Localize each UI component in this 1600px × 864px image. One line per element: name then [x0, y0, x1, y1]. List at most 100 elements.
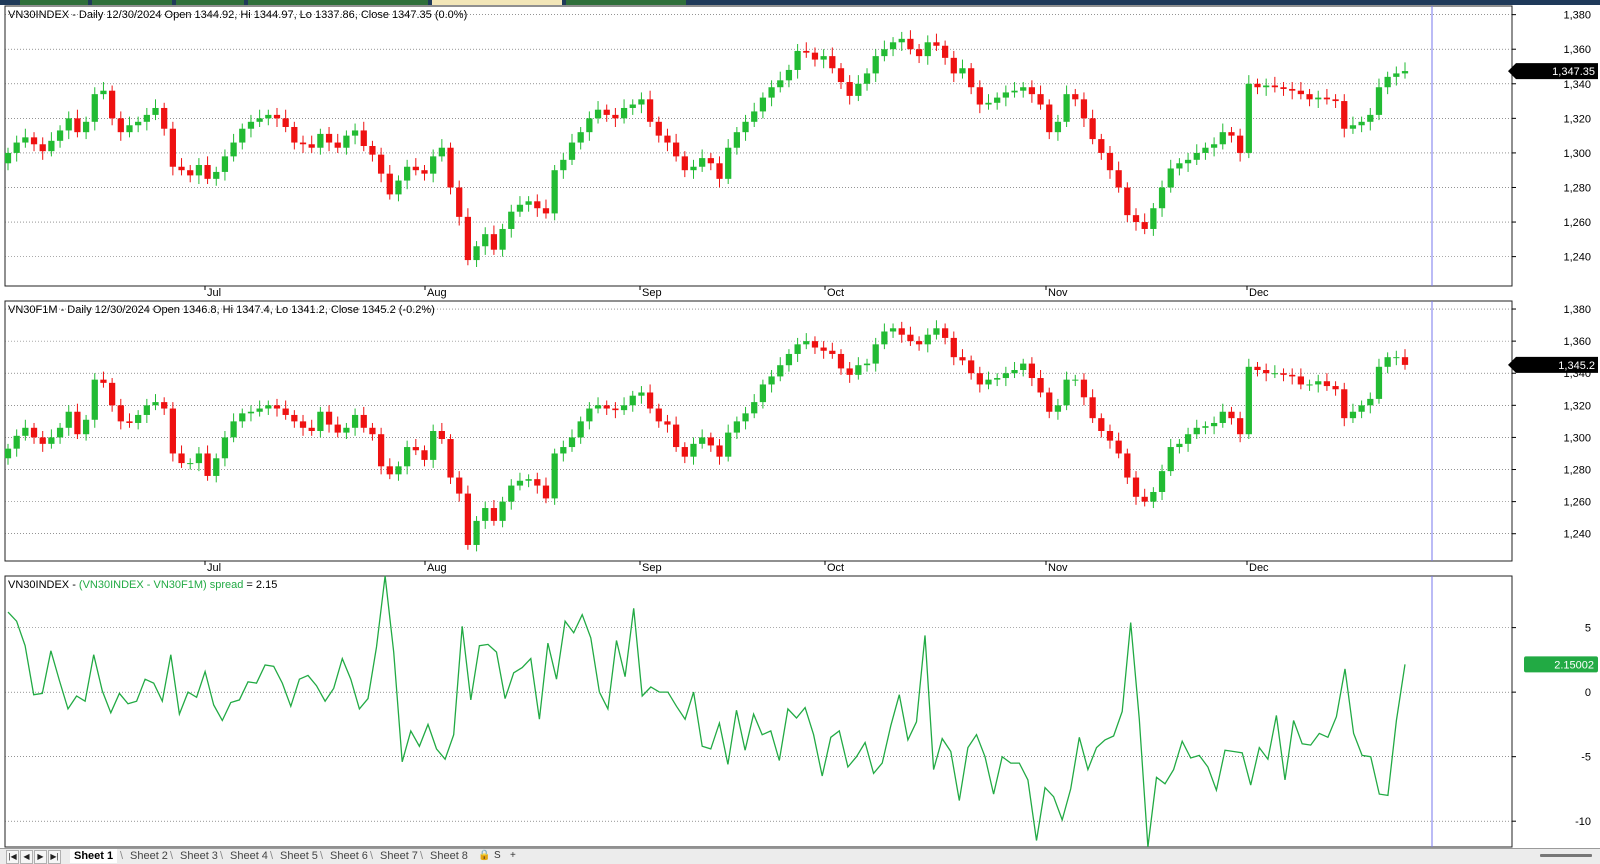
x-tick-label: Jul — [207, 562, 221, 574]
candle-down — [1132, 477, 1140, 497]
candle-down — [1237, 135, 1244, 153]
candle-up — [933, 328, 940, 335]
sheet-tab-3[interactable]: Sheet 3 — [176, 849, 222, 863]
candle-up — [586, 118, 593, 133]
sheet-tab-8[interactable]: Sheet 8 — [426, 849, 472, 863]
candle-down — [603, 109, 610, 115]
candle-down — [464, 493, 472, 545]
candle-up — [560, 159, 567, 171]
candle-down — [933, 42, 940, 46]
sheet-tab-7[interactable]: Sheet 7 — [376, 849, 422, 863]
y-tick-label: 1,280 — [1563, 465, 1591, 477]
candle-up — [768, 376, 775, 385]
candle-down — [74, 118, 81, 133]
sheet-tab-5[interactable]: Sheet 5 — [276, 849, 322, 863]
candle-up — [143, 114, 150, 122]
candle-down — [907, 38, 914, 50]
candle-down — [273, 114, 281, 119]
candle-up — [768, 87, 775, 98]
spread-line — [7, 575, 1406, 848]
sheet-separator: \ — [120, 850, 124, 862]
candle-down — [941, 328, 949, 338]
candle-up — [499, 501, 506, 521]
add-sheet-icon[interactable]: + — [510, 849, 516, 863]
candle-down — [1037, 378, 1044, 393]
candle-up — [586, 408, 593, 422]
candle-down — [369, 427, 376, 435]
candle-up — [100, 90, 107, 95]
x-tick-label: Dec — [1249, 562, 1269, 574]
candle-up — [924, 334, 931, 345]
pane-vn30index: 1,240 1,260 1,280 1,300 1,320 1,340 1,360 1,380… — [4, 5, 1598, 299]
chart-area[interactable]: 1,240 1,260 1,280 1,300 1,320 1,340 1,360 1,380… — [0, 0, 1600, 863]
x-tick-label: Aug — [427, 287, 447, 299]
candle-down — [30, 427, 38, 438]
candle-down — [1401, 357, 1409, 365]
sheet-tab-1[interactable]: Sheet 1 — [70, 849, 118, 863]
candle-down — [707, 437, 714, 446]
candle-down — [707, 158, 714, 164]
candle-up — [777, 80, 784, 88]
candle-up — [239, 128, 246, 143]
candle-up — [187, 463, 194, 465]
candle-up — [924, 42, 931, 57]
candle-up — [482, 508, 489, 521]
sheet-separator: \ — [220, 850, 224, 862]
first-sheet-button[interactable]: |◀ — [6, 850, 19, 864]
candle-up — [1150, 491, 1157, 502]
candle-down — [612, 114, 619, 119]
candle-down — [100, 379, 107, 383]
candle-down — [976, 87, 983, 105]
candle-up — [889, 42, 897, 50]
candle-up — [247, 121, 255, 129]
candle-down — [664, 421, 671, 425]
candle-down — [1332, 386, 1339, 390]
horizontal-scrollbar[interactable] — [1540, 854, 1592, 857]
last-value-label: 2.15002 — [1554, 659, 1594, 671]
candle-up — [863, 73, 871, 84]
sheet-tab-2[interactable]: Sheet 2 — [126, 849, 172, 863]
sheet-tab-bar: |◀ ◀ ▶ ▶| Sheet 1 \ Sheet 2 \ Sheet 3 \ … — [0, 848, 1600, 864]
candle-up — [1054, 405, 1062, 412]
prev-sheet-button[interactable]: ◀ — [20, 850, 33, 864]
last-sheet-button[interactable]: ▶| — [48, 850, 61, 864]
candle-up — [4, 152, 12, 164]
candle-up — [317, 411, 324, 431]
candle-down — [664, 135, 671, 143]
candle-up — [317, 133, 324, 148]
candle-up — [13, 435, 20, 449]
y-tick-label: 1,240 — [1563, 252, 1591, 264]
candle-down — [490, 234, 498, 250]
candle-up — [759, 384, 767, 403]
candle-up — [959, 68, 966, 74]
x-tick-label: Nov — [1048, 287, 1068, 299]
candle-down — [273, 405, 281, 409]
candle-down — [1046, 392, 1053, 412]
next-sheet-button[interactable]: ▶ — [34, 850, 47, 864]
candle-down — [959, 357, 966, 361]
candle-down — [673, 424, 680, 448]
candle-up — [1367, 114, 1374, 122]
candle-up — [48, 437, 55, 444]
candle-down — [187, 170, 194, 176]
candle-up — [1375, 87, 1383, 115]
candle-up — [1176, 443, 1183, 448]
candle-up — [855, 365, 862, 375]
candle-down — [282, 118, 289, 127]
candle-down — [1072, 94, 1079, 100]
candle-up — [994, 97, 1001, 103]
sheet-tab-6[interactable]: Sheet 6 — [326, 849, 372, 863]
candle-up — [135, 121, 142, 126]
y-tick-label: 1,300 — [1563, 432, 1591, 444]
candle-up — [1210, 422, 1218, 427]
candle-up — [594, 109, 602, 119]
lock-icon[interactable]: 🔒 — [478, 849, 490, 863]
candle-down — [377, 434, 385, 467]
candle-up — [785, 69, 793, 81]
candle-down — [325, 411, 333, 425]
y-tick-label: 1,380 — [1563, 10, 1591, 22]
candle-down — [1080, 379, 1088, 398]
candle-down — [846, 368, 853, 375]
candle-up — [620, 405, 628, 411]
sheet-tab-4[interactable]: Sheet 4 — [226, 849, 272, 863]
